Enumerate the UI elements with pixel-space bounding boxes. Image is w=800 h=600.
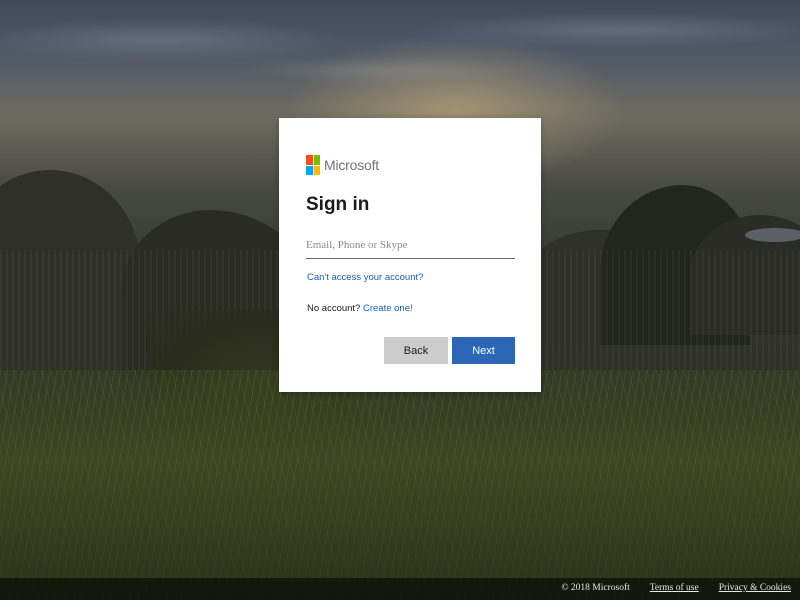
foreground-grass [0,370,800,600]
no-account-text: No account? [307,303,361,314]
footer-bar: © 2018 Microsoft Terms of use Privacy & … [0,578,800,600]
logo-wordmark: Microsoft [324,157,379,173]
terms-of-use-link[interactable]: Terms of use [650,583,699,593]
logo-square-yellow [313,165,320,175]
signin-card: Microsoft Sign in Can't access your acco… [279,118,541,392]
next-button[interactable]: Next [452,337,515,364]
copyright-text: © 2018 Microsoft [561,583,630,593]
microsoft-logo: Microsoft [306,155,379,175]
logo-square-green [313,155,320,165]
microsoft-logo-icon [306,155,320,175]
create-account-link[interactable]: Create one! [363,303,413,314]
sky-clouds [0,0,800,110]
logo-square-blue [306,165,313,175]
page-title: Sign in [306,194,370,215]
cant-access-account-link[interactable]: Can't access your account? [307,272,423,283]
back-button[interactable]: Back [384,337,448,364]
privacy-cookies-link[interactable]: Privacy & Cookies [719,583,791,593]
email-field[interactable] [306,232,515,259]
footer-links: © 2018 Microsoft Terms of use Privacy & … [561,583,791,593]
lagoon [745,228,800,242]
no-account-row: No account? Create one! [307,303,413,314]
logo-square-red [306,155,313,165]
